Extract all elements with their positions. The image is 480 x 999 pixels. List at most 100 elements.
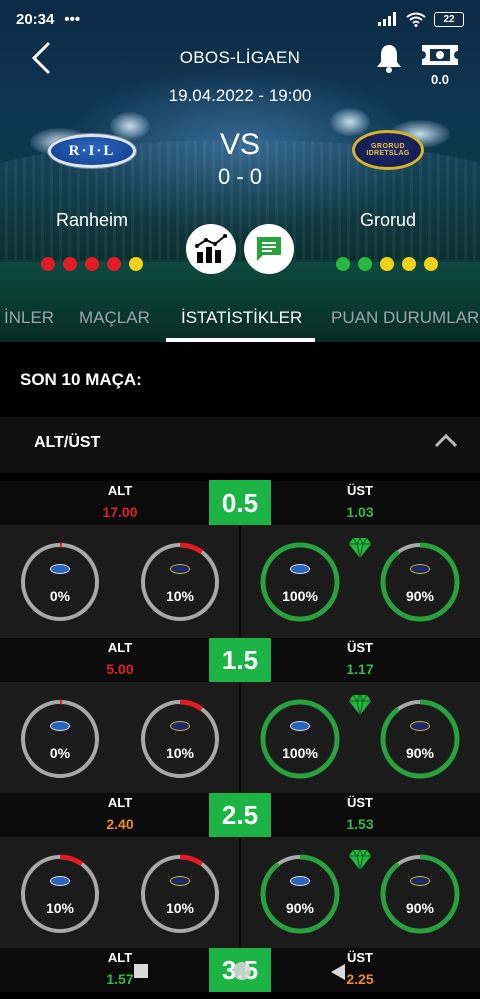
percent-ring: 90% (258, 852, 342, 936)
home-team-mini-logo (290, 721, 310, 731)
bell-icon[interactable] (374, 42, 404, 74)
percent-ring: 10% (18, 852, 102, 936)
form-dot (358, 257, 372, 271)
tab-statistics[interactable]: İSTATİSTİKLER (181, 308, 302, 328)
away-team-name[interactable]: Grorud (328, 210, 448, 231)
tab-standings[interactable]: PUAN DURUMLARI (331, 308, 480, 328)
form-dot (380, 257, 394, 271)
ring-arc (380, 542, 460, 622)
away-logo-top: GRORUD (370, 143, 406, 150)
ring-percent: 0% (49, 588, 71, 604)
percent-ring: 90% (378, 697, 462, 781)
ring-chart (260, 542, 340, 622)
form-dot (63, 257, 77, 271)
away-form-dots (336, 257, 438, 271)
chat-icon (257, 237, 281, 261)
ring-divider (239, 682, 241, 796)
notification-dots: ••• (64, 10, 81, 28)
ring-percent: 0% (49, 745, 71, 761)
ring-arc (260, 699, 340, 779)
ring-chart (380, 699, 460, 779)
ring-percent: 10% (165, 745, 195, 761)
diamond-icon (348, 536, 372, 559)
away-team-mini-logo (170, 721, 190, 731)
over-odds[interactable]: 1.03 (320, 504, 400, 520)
under-odds[interactable]: 2.40 (80, 816, 160, 832)
ring-percent: 90% (405, 900, 435, 916)
form-dot (85, 257, 99, 271)
percent-ring: 10% (138, 540, 222, 624)
ring-chart (20, 542, 100, 622)
under-label: ALT (107, 483, 133, 498)
under-odds[interactable]: 5.00 (80, 661, 160, 677)
ring-arc (380, 699, 460, 779)
home-team-mini-logo (50, 721, 70, 731)
ring-arc (380, 854, 460, 934)
wifi-icon (406, 12, 426, 27)
over-odds[interactable]: 1.53 (320, 816, 400, 832)
percent-ring: 10% (138, 852, 222, 936)
percent-ring: 90% (378, 852, 462, 936)
league-name: OBOS-LİGAEN (179, 48, 301, 67)
away-team-mini-logo (170, 564, 190, 574)
chevron-up-icon[interactable] (432, 430, 460, 452)
stats-chart-button[interactable] (186, 224, 236, 274)
status-time: 20:34 (16, 10, 55, 28)
ring-chart (140, 854, 220, 934)
status-bar: 20:34 ••• 22 (0, 0, 480, 38)
ring-percent: 90% (405, 588, 435, 604)
form-dot (402, 257, 416, 271)
active-tab-indicator (166, 338, 315, 342)
percent-ring: 100% (258, 540, 342, 624)
percent-ring: 90% (378, 540, 462, 624)
over-label: ÜST (347, 640, 373, 655)
goal-line-value: 1.5 (209, 638, 271, 682)
ring-track (141, 700, 219, 778)
ring-chart (380, 854, 460, 934)
match-datetime: 19.04.2022 - 19:00 (168, 86, 312, 105)
ring-divider (239, 525, 241, 639)
percent-ring: 0% (18, 540, 102, 624)
home-team-name[interactable]: Ranheim (32, 210, 152, 231)
form-dot (336, 257, 350, 271)
ring-chart (140, 542, 220, 622)
form-dot (424, 257, 438, 271)
back-nav-icon[interactable] (330, 963, 346, 981)
altust-title: ALT/ÜST (34, 434, 101, 451)
ring-chart (140, 699, 220, 779)
over-odds[interactable]: 1.17 (320, 661, 400, 677)
comments-button[interactable] (244, 224, 294, 274)
tab-players[interactable]: İNLER (4, 308, 54, 328)
form-dot (107, 257, 121, 271)
home-form-dots (41, 257, 143, 271)
section-title: SON 10 MAÇA: (20, 370, 142, 389)
away-team-mini-logo (410, 876, 430, 886)
system-nav-bar (0, 955, 480, 999)
recent-apps-icon[interactable] (134, 964, 148, 978)
tab-matches[interactable]: MAÇLAR (79, 308, 150, 328)
ring-track (21, 700, 99, 778)
ring-percent: 10% (165, 900, 195, 916)
ring-divider (239, 837, 241, 951)
ring-percent: 10% (165, 588, 195, 604)
bar-chart-icon (195, 234, 227, 263)
ring-chart (380, 542, 460, 622)
battery-icon: 22 (434, 11, 464, 27)
tab-bar: İNLER MAÇLAR İSTATİSTİKLER PUAN DURUMLAR… (0, 296, 480, 342)
ring-percent: 100% (282, 745, 318, 761)
under-odds[interactable]: 17.00 (80, 504, 160, 520)
ring-percent: 100% (282, 588, 318, 604)
under-label: ALT (107, 640, 133, 655)
percent-ring: 100% (258, 697, 342, 781)
home-team-mini-logo (290, 564, 310, 574)
away-team-mini-logo (410, 564, 430, 574)
ring-track (21, 855, 99, 933)
percent-ring: 10% (138, 697, 222, 781)
away-team-mini-logo (170, 876, 190, 886)
ticket-icon[interactable] (420, 42, 460, 68)
ring-chart (20, 699, 100, 779)
under-label: ALT (107, 795, 133, 810)
home-nav-icon[interactable] (233, 962, 251, 980)
ring-arc (260, 542, 340, 622)
ring-percent: 90% (405, 745, 435, 761)
